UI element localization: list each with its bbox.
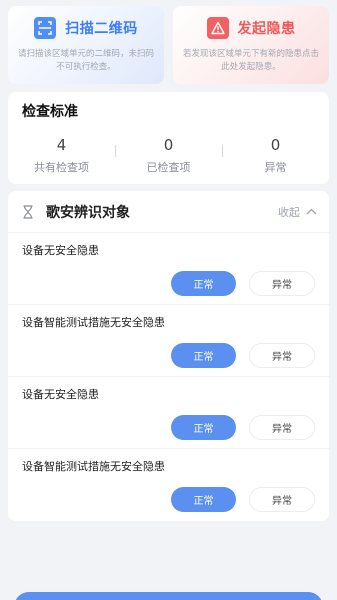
check-item: 设备智能测试措施无安全隐患 正常 异常	[8, 305, 329, 377]
warning-icon	[206, 17, 229, 39]
inspection-standard-panel: 检查标准 4 共有检查项 0 已检查项 0 异常	[8, 92, 329, 184]
report-hazard-card-header: 发起隐患	[179, 16, 323, 40]
inspection-standard-title: 检查标准	[22, 104, 78, 120]
identification-object-header: 歌安辨识对象 收起	[8, 191, 329, 233]
identification-object-title: 歌安辨识对象	[46, 204, 130, 221]
normal-button[interactable]: 正常	[171, 271, 236, 296]
stat-total-items: 4 共有检查项	[8, 136, 115, 175]
inspection-stats: 4 共有检查项 0 已检查项 0 异常	[8, 136, 329, 175]
abnormal-button[interactable]: 异常	[249, 343, 315, 368]
check-item: 设备智能测试措施无安全隐患 正常 异常	[8, 449, 329, 521]
stat-value: 0	[163, 136, 174, 154]
stat-label: 异常	[264, 161, 287, 174]
stat-abnormal-items: 0 异常	[222, 136, 329, 175]
abnormal-button[interactable]: 异常	[249, 415, 315, 440]
scan-qr-title: 扫描二维码	[65, 21, 138, 37]
check-item-label: 设备无安全隐患	[22, 244, 99, 257]
stat-checked-items: 0 已检查项	[115, 136, 222, 175]
normal-button[interactable]: 正常	[171, 415, 236, 440]
report-hazard-description: 若发现该区域单元下有新的隐患点击此处发起隐患。	[183, 49, 320, 72]
check-item-label: 设备智能测试措施无安全隐患	[22, 460, 165, 473]
scan-qr-description: 请扫描该区域单元的二维码，未扫码不可执行检查。	[18, 49, 155, 72]
normal-button[interactable]: 正常	[171, 343, 236, 368]
action-cards: 扫描二维码 请扫描该区域单元的二维码，未扫码不可执行检查。 发起隐患 若发现该区…	[8, 6, 329, 84]
hourglass-icon	[20, 204, 36, 220]
check-item: 设备无安全隐患 正常 异常	[8, 377, 329, 449]
qr-scan-icon	[34, 17, 57, 39]
scan-qr-card[interactable]: 扫描二维码 请扫描该区域单元的二维码，未扫码不可执行检查。	[8, 6, 164, 84]
check-item-label: 设备智能测试措施无安全隐患	[22, 316, 165, 329]
submit-button[interactable]	[14, 592, 323, 600]
scan-qr-card-header: 扫描二维码	[14, 16, 158, 40]
stat-value: 0	[270, 136, 281, 154]
chevron-up-icon	[306, 205, 317, 218]
check-item: 设备无安全隐患 正常 异常	[8, 233, 329, 305]
identification-object-panel: 歌安辨识对象 收起 设备无安全隐患 正常 异常 设备智能测试措施无安全隐患 正常…	[8, 191, 329, 521]
report-hazard-card[interactable]: 发起隐患 若发现该区域单元下有新的隐患点击此处发起隐患。	[173, 6, 329, 84]
collapse-button[interactable]: 收起	[278, 204, 317, 220]
stat-label: 已检查项	[146, 161, 191, 174]
abnormal-button[interactable]: 异常	[249, 487, 315, 512]
stat-label: 共有检查项	[34, 161, 89, 174]
report-hazard-title: 发起隐患	[237, 21, 296, 37]
check-item-label: 设备无安全隐患	[22, 388, 99, 401]
abnormal-button[interactable]: 异常	[249, 271, 315, 296]
stat-value: 4	[56, 136, 67, 154]
collapse-label: 收起	[278, 205, 300, 219]
normal-button[interactable]: 正常	[171, 487, 236, 512]
